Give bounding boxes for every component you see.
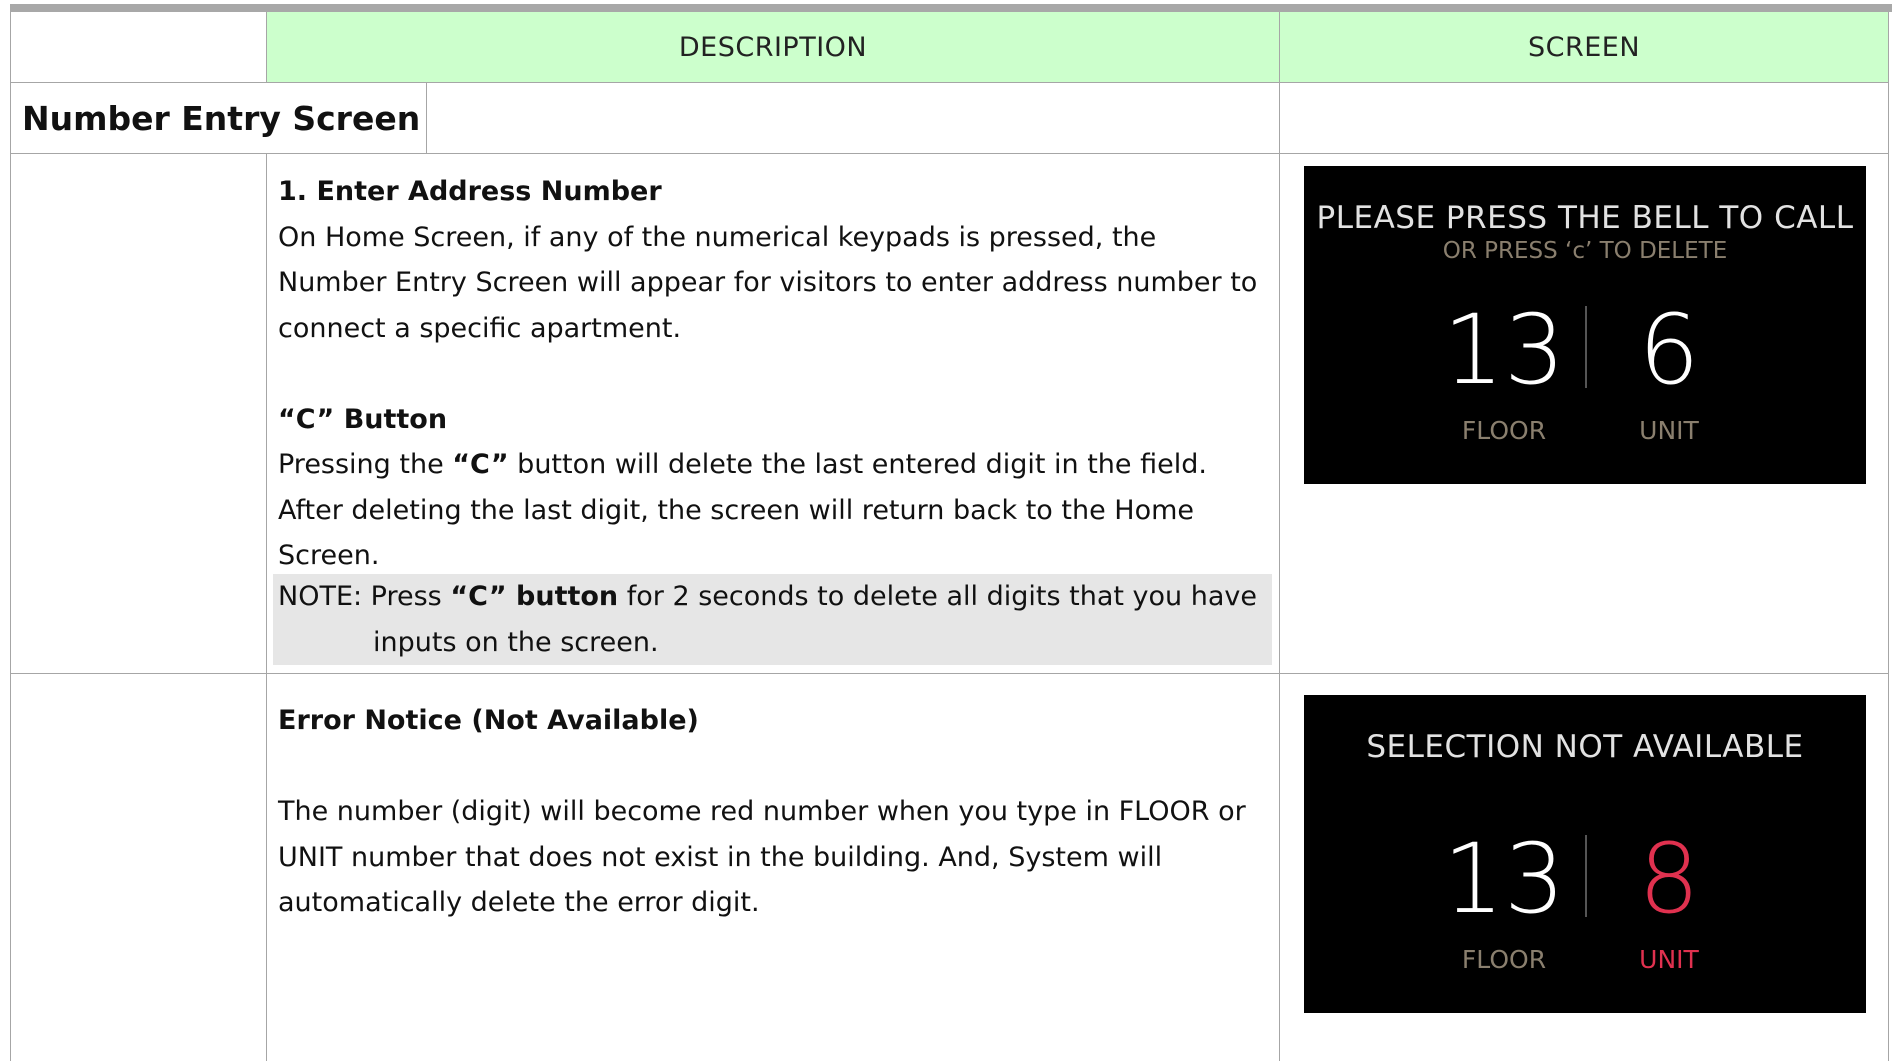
note-text: NOTE: Press “C” button for 2 seconds to …: [278, 581, 1257, 658]
header-screen: SCREEN: [1280, 12, 1888, 82]
screen-divider: [1585, 306, 1587, 388]
row1-paragraph: On Home Screen, if any of the numerical …: [278, 221, 1258, 344]
grid-line: [1888, 12, 1889, 1061]
screen-subtitle: OR PRESS ‘c’ TO DELETE: [1442, 238, 1728, 264]
row2-description: Error Notice (Not Available) The number …: [10, 698, 1272, 926]
grid-line: [10, 153, 1889, 154]
row1-description: 1. Enter Address Number On Home Screen, …: [10, 169, 1272, 579]
header-description-label: DESCRIPTION: [678, 31, 868, 63]
grid-line: [10, 82, 1889, 83]
grid-line: [426, 83, 427, 154]
section-title: Number Entry Screen: [10, 83, 425, 153]
row2-paragraph: The number (digit) will become red numbe…: [278, 796, 1246, 918]
section-title-text: Number Entry Screen: [22, 98, 421, 138]
table-top-border: [10, 4, 1892, 12]
c-button-paragraph: Pressing the “C” button will delete the …: [278, 449, 1207, 571]
floor-label: FLOOR: [1461, 416, 1547, 445]
unit-value: 6: [1638, 294, 1700, 406]
header-screen-label: SCREEN: [1527, 31, 1641, 63]
grid-line: [266, 154, 267, 1061]
grid-line: [10, 12, 11, 1061]
unit-label-error: UNIT: [1639, 945, 1699, 974]
grid-line: [10, 673, 1889, 674]
row2-heading: Error Notice (Not Available): [278, 705, 699, 736]
row1-heading: 1. Enter Address Number: [278, 176, 662, 207]
grid-line: [266, 12, 267, 83]
floor-label: FLOOR: [1461, 945, 1547, 974]
number-entry-screen-preview: PLEASE PRESS THE BELL TO CALL OR PRESS ‘…: [1304, 166, 1866, 484]
screen-title: SELECTION NOT AVAILABLE: [1366, 729, 1804, 765]
header-description: DESCRIPTION: [267, 12, 1279, 82]
screen-title: PLEASE PRESS THE BELL TO CALL: [1316, 200, 1854, 236]
grid-line: [1279, 12, 1280, 1061]
floor-value: 13: [1442, 294, 1566, 406]
unit-label: UNIT: [1639, 416, 1699, 445]
spec-table: DESCRIPTION SCREEN Number Entry Screen 1…: [10, 12, 1891, 1061]
floor-value: 13: [1442, 823, 1566, 935]
error-screen-preview: SELECTION NOT AVAILABLE 13 8 FLOOR UNIT: [1304, 695, 1866, 1013]
c-button-heading: “C” Button: [278, 403, 448, 435]
unit-value-error: 8: [1638, 823, 1700, 935]
screen-divider: [1585, 835, 1587, 917]
